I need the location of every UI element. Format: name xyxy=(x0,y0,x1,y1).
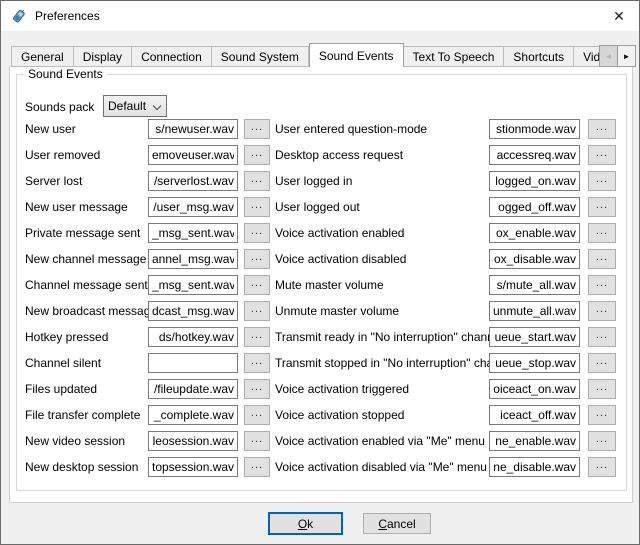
title-bar: Preferences ✕ xyxy=(1,1,639,31)
sound-file-input[interactable] xyxy=(489,119,580,139)
browse-button[interactable]: ... xyxy=(588,223,616,243)
sound-event-label: Desktop access request xyxy=(275,148,403,162)
close-icon: ✕ xyxy=(613,8,625,25)
browse-button[interactable]: ... xyxy=(588,301,616,321)
sound-event-row: Voice activation stopped ... xyxy=(17,405,626,425)
sound-event-label: Transmit ready in "No interruption" chan… xyxy=(275,330,503,344)
sound-event-row: Transmit stopped in "No interruption" ch… xyxy=(17,353,626,373)
sound-event-row: Voice activation triggered ... xyxy=(17,379,626,399)
close-button[interactable]: ✕ xyxy=(599,1,639,31)
sound-event-row: Mute master volume ... xyxy=(17,275,626,295)
browse-button[interactable]: ... xyxy=(588,275,616,295)
tab-connection[interactable]: Connection xyxy=(132,46,212,67)
tab-text-to-speech[interactable]: Text To Speech xyxy=(404,46,505,67)
sound-event-row: User logged out ... xyxy=(17,197,626,217)
sound-event-label: User logged in xyxy=(275,174,352,188)
tab-shortcuts[interactable]: Shortcuts xyxy=(504,46,574,67)
sound-event-row: User logged in ... xyxy=(17,171,626,191)
sound-file-input[interactable] xyxy=(489,379,580,399)
browse-button[interactable]: ... xyxy=(588,457,616,477)
sounds-pack-value: Default xyxy=(108,99,146,113)
browse-button[interactable]: ... xyxy=(588,379,616,399)
sound-event-label: Voice activation disabled via "Me" menu xyxy=(275,460,487,474)
sound-file-input[interactable] xyxy=(489,249,580,269)
sound-event-row: Desktop access request ... xyxy=(17,145,626,165)
sounds-pack-select[interactable]: Default xyxy=(103,95,167,117)
sound-event-row: Unmute master volume ... xyxy=(17,301,626,321)
sound-event-row: Voice activation disabled ... xyxy=(17,249,626,269)
sound-event-label: Voice activation enabled xyxy=(275,226,404,240)
preferences-dialog: Preferences ✕ GeneralDisplayConnectionSo… xyxy=(0,0,640,545)
sound-file-input[interactable] xyxy=(489,275,580,295)
sound-event-row: Transmit ready in "No interruption" chan… xyxy=(17,327,626,347)
sound-file-input[interactable] xyxy=(489,145,580,165)
sound-event-label: Voice activation triggered xyxy=(275,382,409,396)
sound-event-row: Voice activation enabled via "Me" menu .… xyxy=(17,431,626,451)
browse-button[interactable]: ... xyxy=(588,197,616,217)
browse-button[interactable]: ... xyxy=(588,353,616,373)
tab-scroll-left-button[interactable]: ◄ xyxy=(599,45,618,67)
arrow-right-icon: ► xyxy=(623,52,631,61)
sound-event-label: Mute master volume xyxy=(275,278,384,292)
tab-sound-events[interactable]: Sound Events xyxy=(309,43,404,67)
sound-event-label: Transmit stopped in "No interruption" ch… xyxy=(275,356,516,370)
tab-display[interactable]: Display xyxy=(74,46,132,67)
sound-file-input[interactable] xyxy=(489,301,580,321)
sound-file-input[interactable] xyxy=(489,197,580,217)
sound-file-input[interactable] xyxy=(489,171,580,191)
tab-sound-system[interactable]: Sound System xyxy=(212,46,309,67)
arrow-left-icon: ◄ xyxy=(605,52,613,61)
ok-button[interactable]: Ok xyxy=(268,512,343,535)
sound-event-row: Voice activation enabled ... xyxy=(17,223,626,243)
chevron-down-icon xyxy=(153,102,161,110)
sound-file-input[interactable] xyxy=(489,431,580,451)
sound-events-groupbox: Sound Events Sounds pack Default New use… xyxy=(16,74,627,491)
browse-button[interactable]: ... xyxy=(588,171,616,191)
groupbox-title: Sound Events xyxy=(24,67,107,81)
sound-events-tab-page: Sound Events Sounds pack Default New use… xyxy=(9,66,633,503)
sound-event-label: Voice activation enabled via "Me" menu xyxy=(275,434,485,448)
sound-events-right-column: User entered question-mode ... Desktop a… xyxy=(17,119,626,489)
sound-event-label: Voice activation disabled xyxy=(275,252,406,266)
sound-file-input[interactable] xyxy=(489,353,580,373)
sound-file-input[interactable] xyxy=(489,223,580,243)
tab-scrollers: ◄ ► xyxy=(600,45,636,67)
sound-event-label: User logged out xyxy=(275,200,360,214)
sounds-pack-label: Sounds pack xyxy=(25,100,94,114)
sound-file-input[interactable] xyxy=(489,327,580,347)
sound-file-input[interactable] xyxy=(489,405,580,425)
app-icon xyxy=(11,8,27,24)
browse-button[interactable]: ... xyxy=(588,327,616,347)
tab-bar: GeneralDisplayConnectionSound SystemSoun… xyxy=(11,43,638,67)
browse-button[interactable]: ... xyxy=(588,405,616,425)
tab-general[interactable]: General xyxy=(11,46,74,67)
browse-button[interactable]: ... xyxy=(588,431,616,451)
sound-event-row: Voice activation disabled via "Me" menu … xyxy=(17,457,626,477)
window-title: Preferences xyxy=(35,9,100,23)
tab-scroll-right-button[interactable]: ► xyxy=(617,45,636,67)
sound-event-row: User entered question-mode ... xyxy=(17,119,626,139)
sound-event-label: User entered question-mode xyxy=(275,122,427,136)
sound-event-label: Unmute master volume xyxy=(275,304,399,318)
browse-button[interactable]: ... xyxy=(588,119,616,139)
sound-file-input[interactable] xyxy=(489,457,580,477)
sound-event-label: Voice activation stopped xyxy=(275,408,404,422)
cancel-button[interactable]: Cancel xyxy=(363,513,431,534)
browse-button[interactable]: ... xyxy=(588,145,616,165)
browse-button[interactable]: ... xyxy=(588,249,616,269)
